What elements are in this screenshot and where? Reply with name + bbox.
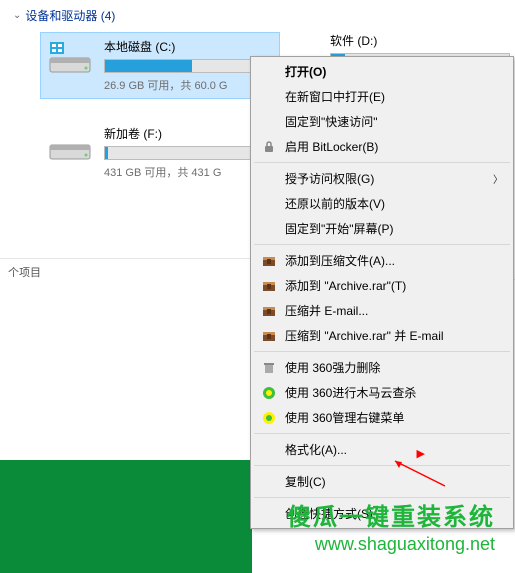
menu-360-force-delete[interactable]: 使用 360强力删除: [253, 355, 511, 380]
menu-add-rar[interactable]: 添加到 "Archive.rar"(T): [253, 273, 511, 298]
watermark: 傻瓜一键重装系统 www.shaguaxitong.net: [287, 497, 495, 555]
section-label: 设备和驱动器 (4): [25, 7, 115, 24]
submenu-arrow-icon: 〉: [493, 171, 503, 186]
menu-compress-rar-email[interactable]: 压缩到 "Archive.rar" 并 E-mail: [253, 323, 511, 348]
menu-pin-start[interactable]: 固定到"开始"屏幕(P): [253, 216, 511, 241]
drive-name: 本地磁盘 (C:): [104, 38, 274, 55]
menu-add-archive[interactable]: 添加到压缩文件(A)...: [253, 248, 511, 273]
menu-bitlocker[interactable]: 启用 BitLocker(B): [253, 134, 511, 159]
menu-restore-versions[interactable]: 还原以前的版本(V): [253, 191, 511, 216]
winrar-icon: [259, 328, 279, 344]
drive-space: 26.9 GB 可用，共 60.0 G: [104, 77, 274, 93]
winrar-icon: [259, 278, 279, 294]
menu-copy[interactable]: 复制(C): [253, 469, 511, 494]
menu-grant-access[interactable]: 授予访问权限(G)〉: [253, 166, 511, 191]
drive-icon: [46, 38, 94, 78]
chevron-down-icon: ⌄: [13, 10, 21, 21]
usage-bar: [104, 146, 264, 160]
menu-360-menu-manager[interactable]: 使用 360管理右键菜单: [253, 405, 511, 430]
drive-name: 软件 (D:): [330, 32, 500, 49]
drive-name: 新加卷 (F:): [104, 125, 274, 142]
bitlocker-icon: [259, 139, 279, 155]
drive-f[interactable]: 新加卷 (F:) 431 GB 可用，共 431 G: [40, 119, 280, 186]
trash-icon: [259, 360, 279, 376]
menu-open-new-window[interactable]: 在新窗口中打开(E): [253, 84, 511, 109]
annotation-triangle: ▶: [417, 447, 425, 460]
menu-360-trojan-scan[interactable]: 使用 360进行木马云查杀: [253, 380, 511, 405]
section-header[interactable]: ⌄ 设备和驱动器 (4): [5, 5, 515, 32]
drive-icon: [46, 125, 94, 165]
status-bar: 个项目: [0, 258, 250, 285]
menu-open[interactable]: 打开(O): [253, 59, 511, 84]
drive-space: 431 GB 可用，共 431 G: [104, 164, 274, 180]
shield-icon: [259, 385, 279, 401]
watermark-title: 傻瓜一键重装系统: [287, 497, 495, 532]
watermark-url: www.shaguaxitong.net: [287, 534, 495, 555]
context-menu: 打开(O) 在新窗口中打开(E) 固定到"快速访问" 启用 BitLocker(…: [250, 56, 514, 529]
drive-c[interactable]: 本地磁盘 (C:) 26.9 GB 可用，共 60.0 G: [40, 32, 280, 99]
winrar-icon: [259, 303, 279, 319]
footer-bg: [0, 460, 252, 573]
menu-compress-email[interactable]: 压缩并 E-mail...: [253, 298, 511, 323]
winrar-icon: [259, 253, 279, 269]
usage-bar: [104, 59, 264, 73]
menu-icon: [259, 410, 279, 426]
menu-format[interactable]: 格式化(A)...: [253, 437, 511, 462]
menu-pin-quick-access[interactable]: 固定到"快速访问": [253, 109, 511, 134]
